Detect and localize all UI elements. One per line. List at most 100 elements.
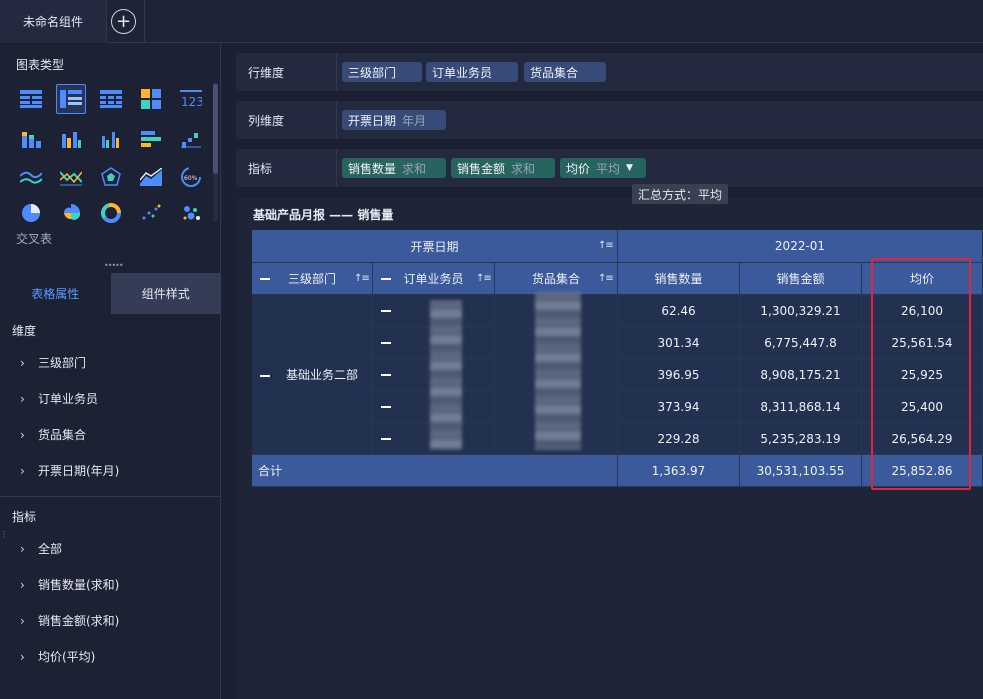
svg-text:123: 123 [181, 95, 202, 108]
collapse-icon[interactable] [260, 375, 270, 377]
chip-granularity: 年月 [402, 113, 427, 128]
total-label-cell: 合计 [252, 455, 618, 487]
dimension-item-invoice-date[interactable]: › 开票日期(年月) [20, 462, 119, 479]
redacted-goods-names [535, 292, 581, 450]
row-chip-dept[interactable]: 三级部门 [342, 62, 422, 82]
chevron-right-icon: › [20, 649, 25, 664]
indicator-group-title: 指标 [12, 510, 37, 524]
collapse-icon[interactable] [260, 278, 270, 280]
chip-label: 均价 [566, 161, 591, 176]
radar-chart-icon[interactable] [96, 162, 126, 192]
sort-icon[interactable]: ↑≡ [354, 273, 370, 284]
bubble-chart-icon[interactable] [176, 198, 206, 228]
chart-type-scrollbar[interactable] [213, 84, 218, 174]
resize-handle-icon[interactable]: ••••• [104, 262, 124, 270]
donut-chart-icon[interactable] [96, 198, 126, 228]
collapse-icon[interactable] [381, 374, 391, 376]
table-chart-icon[interactable] [16, 84, 46, 114]
column-dimension-bar: 列维度 开票日期 年月 [236, 101, 983, 139]
indicator-item-all[interactable]: › 全部 [20, 540, 62, 557]
card-chart-icon[interactable] [136, 84, 166, 114]
header-label: 销售金额 [776, 272, 825, 286]
avg-price-highlight-box [871, 258, 971, 490]
chip-aggregation: 求和 [402, 161, 427, 176]
row-chip-salesman[interactable]: 订单业务员 [426, 62, 518, 82]
header-invoice-date[interactable]: 开票日期 [252, 230, 618, 263]
indicator-item-qty[interactable]: › 销售数量(求和) [20, 576, 119, 593]
indicator-item-label: 均价(平均) [38, 650, 96, 664]
header-label: 2022-01 [774, 239, 826, 253]
header-qty: 销售数量 [618, 263, 740, 295]
add-component-button[interactable]: + [111, 9, 136, 34]
chip-label: 销售金额 [457, 161, 506, 176]
sort-icon[interactable]: ↑≡ [598, 273, 614, 284]
row-chip-goods[interactable]: 货品集合 [524, 62, 606, 82]
dept-value: 基础业务二部 [285, 368, 358, 382]
dimension-item-salesman[interactable]: › 订单业务员 [20, 390, 98, 407]
row-dimension-bar: 行维度 三级部门 订单业务员 货品集合 [236, 53, 983, 91]
amount-cell: 8,311,868.14 [740, 391, 862, 423]
caret-down-icon[interactable]: ▼ [626, 163, 633, 173]
amount-cell: 6,775,447.8 [740, 327, 862, 359]
grouped-column-icon[interactable] [96, 124, 126, 154]
stacked-bar-icon[interactable] [16, 124, 46, 154]
qty-cell: 373.94 [618, 391, 740, 423]
dimension-item-dept[interactable]: › 三级部门 [20, 354, 86, 371]
component-tab[interactable]: 未命名组件 [0, 0, 107, 43]
indicator-item-amount[interactable]: › 销售金额(求和) [20, 612, 119, 629]
metric-chip-amount[interactable]: 销售金额 求和 [451, 158, 555, 178]
column-chart-icon[interactable] [56, 124, 86, 154]
collapse-handle-icon[interactable]: ⋮ [0, 530, 8, 544]
collapse-icon[interactable] [381, 438, 391, 440]
crosstab-chart-icon[interactable] [56, 84, 86, 114]
tab-table-properties[interactable]: 表格属性 [0, 273, 111, 314]
collapse-icon[interactable] [381, 278, 391, 280]
detail-table-icon[interactable] [96, 84, 126, 114]
dimension-item-label: 开票日期(年月) [38, 464, 120, 478]
chevron-right-icon: › [20, 427, 25, 442]
line-chart-icon[interactable] [56, 162, 86, 192]
pie-chart-icon[interactable] [16, 198, 46, 228]
indicator-item-label: 销售数量(求和) [38, 578, 120, 592]
indicator-item-label: 全部 [38, 542, 63, 556]
tab-component-style[interactable]: 组件样式 [110, 273, 221, 314]
sort-icon[interactable]: ↑≡ [476, 273, 492, 284]
chip-label: 销售数量 [348, 161, 397, 176]
qty-cell: 62.46 [618, 295, 740, 327]
collapse-icon[interactable] [381, 310, 391, 312]
chart-type-title: 图表类型 [16, 58, 65, 72]
header-label: 开票日期 [410, 239, 459, 254]
metrics-bar: 指标 销售数量 求和 销售金额 求和 均价 平均 ▼ [236, 149, 983, 187]
trend-area-icon[interactable] [136, 162, 166, 192]
dim-divider [336, 149, 337, 187]
chip-label: 开票日期 [348, 113, 397, 128]
selected-chart-type-label: 交叉表 [16, 232, 53, 246]
dept-cell: 基础业务二部 [252, 295, 373, 455]
collapse-icon[interactable] [381, 406, 391, 408]
metric-chip-qty[interactable]: 销售数量 求和 [342, 158, 446, 178]
gauge-chart-icon[interactable]: 60% [176, 162, 206, 192]
row-dimension-label: 行维度 [248, 65, 285, 80]
chevron-right-icon: › [20, 391, 25, 406]
number-chart-icon[interactable]: 123 [176, 84, 206, 114]
collapse-icon[interactable] [381, 342, 391, 344]
metrics-label: 指标 [248, 161, 273, 176]
dimension-item-label: 订单业务员 [38, 392, 99, 406]
waterfall-chart-icon[interactable] [176, 124, 206, 154]
column-chip-invoice-date[interactable]: 开票日期 年月 [342, 110, 446, 130]
scatter-chart-icon[interactable] [136, 198, 166, 228]
left-panel: 图表类型 123 60% 交叉表 ••••• 表格属性 组件样式 维度 › 三级… [0, 44, 221, 699]
sort-icon[interactable]: ↑≡ [598, 240, 614, 251]
metric-chip-avg-price[interactable]: 均价 平均 ▼ [560, 158, 646, 178]
dimension-item-goods[interactable]: › 货品集合 [20, 426, 86, 443]
header-label: 订单业务员 [403, 272, 464, 286]
horizontal-bar-icon[interactable] [136, 124, 166, 154]
area-line-icon[interactable] [16, 162, 46, 192]
rose-chart-icon[interactable] [56, 198, 86, 228]
indicator-item-avg-price[interactable]: › 均价(平均) [20, 648, 95, 665]
header-label: 货品集合 [531, 272, 580, 286]
report-title: 基础产品月报 —— 销售量 [253, 208, 394, 222]
column-dimension-label: 列维度 [248, 113, 285, 128]
chip-aggregation: 求和 [511, 161, 536, 176]
qty-cell: 396.95 [618, 359, 740, 391]
